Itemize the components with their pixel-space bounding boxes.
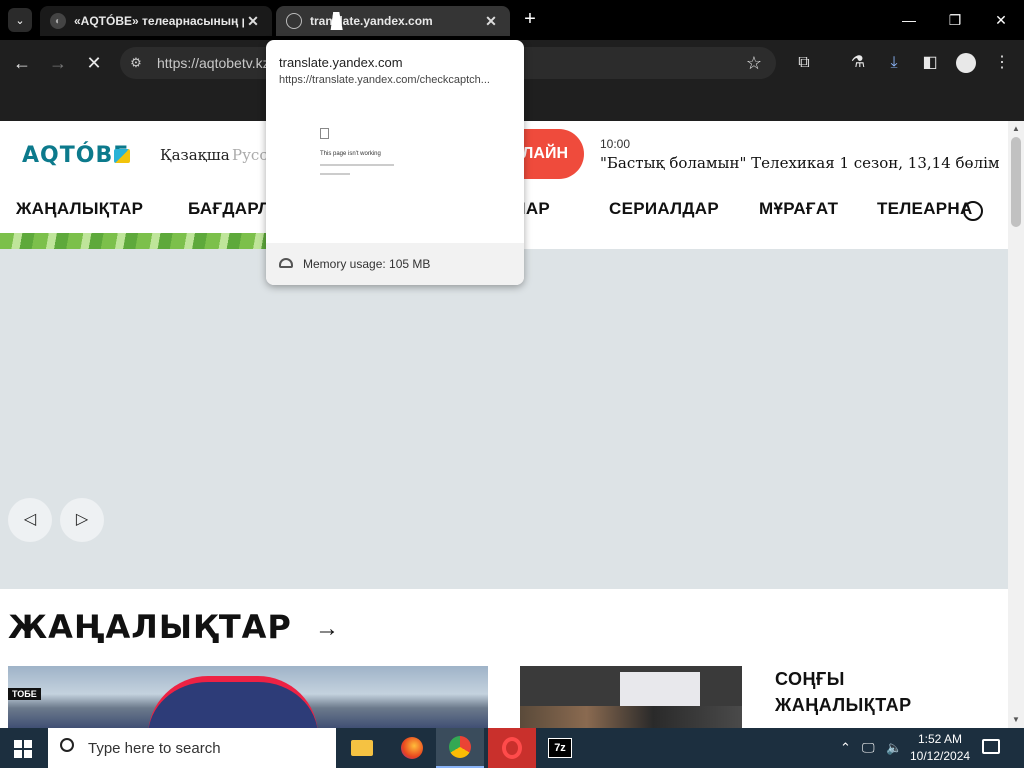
chevron-down-icon: ⌄ [15, 14, 25, 27]
search-icon [60, 738, 74, 752]
slider-next-button[interactable]: ▷ [60, 498, 104, 542]
windows-taskbar: Type here to search 7z ⌃ 🖵 🔈 1:52 AM 10/… [0, 728, 1024, 768]
taskbar-clock[interactable]: 1:52 AM 10/12/2024 [910, 731, 970, 765]
tab-hover-card: translate.yandex.com https://translate.y… [266, 40, 524, 285]
tab-search-button[interactable]: ⌄ [8, 8, 32, 32]
people-shape [520, 706, 742, 728]
tab-strip: ⌄ ◐ «AQTÓBE» телеарнасының ресми сайты ✕… [0, 0, 1024, 40]
tab-close-icon[interactable]: ✕ [482, 13, 500, 30]
close-window-button[interactable]: ✕ [986, 8, 1016, 32]
volume-muted-icon[interactable]: 🔈 [886, 740, 902, 756]
file-explorer-icon[interactable] [338, 728, 386, 768]
firefox-icon[interactable] [388, 728, 436, 768]
extensions-icon[interactable]: ⧉ [792, 51, 816, 75]
page-scrollbar[interactable]: ▲ ▼ [1008, 121, 1024, 728]
new-tab-button[interactable]: + [520, 9, 540, 29]
news-section-heading[interactable]: ЖАҢАЛЫҚТАР [8, 608, 292, 646]
scroll-down-icon[interactable]: ▼ [1008, 712, 1024, 728]
minimize-button[interactable]: — [894, 8, 924, 32]
stop-loading-button[interactable]: ✕ [82, 51, 106, 75]
hover-card-preview: This page isn't working [266, 95, 524, 243]
scroll-thumb[interactable] [1011, 137, 1021, 227]
preview-error-text: This page isn't working [320, 151, 381, 157]
notification-icon[interactable] [982, 739, 1000, 754]
url-text: https://aqtobetv.kz [157, 55, 270, 71]
mouse-cursor-icon [330, 12, 346, 30]
memory-usage-text: Memory usage: 105 MB [303, 257, 431, 271]
tab-favicon-icon: ◐ [50, 13, 66, 29]
hover-card-title: translate.yandex.com [279, 55, 403, 70]
latest-news-heading: СОҢҒЫ ЖАҢАЛЫҚТАР [775, 666, 912, 718]
preview-line [320, 164, 394, 166]
chrome-icon[interactable] [436, 728, 484, 768]
bookmark-star-icon[interactable]: ☆ [746, 53, 762, 74]
document-icon [320, 128, 329, 139]
latest-news-line-2: ЖАҢАЛЫҚТАР [775, 695, 912, 715]
news-image-train[interactable]: ТОБЕ [8, 666, 488, 728]
clock-time: 1:52 AM [917, 732, 963, 746]
now-playing-time: 10:00 [600, 137, 631, 151]
globe-icon [286, 13, 302, 29]
preview-line [320, 173, 350, 175]
gauge-icon [279, 258, 293, 268]
logo-mark [114, 149, 130, 163]
now-playing-title[interactable]: "Бастық боламын" Телехикая 1 сезон, 13,1… [600, 154, 1000, 172]
tab-aqtobe[interactable]: ◐ «AQTÓBE» телеарнасының ресми сайты ✕ [40, 6, 272, 36]
tab-yandex[interactable]: translate.yandex.com ✕ [276, 6, 510, 36]
profile-avatar-icon[interactable] [954, 51, 978, 75]
nav-item-channel[interactable]: ТЕЛЕАРНА [877, 199, 973, 219]
restore-button[interactable]: ❐ [940, 8, 970, 32]
back-button[interactable]: ← [10, 51, 34, 75]
7zip-icon[interactable]: 7z [536, 728, 584, 768]
windows-start-icon[interactable] [14, 740, 32, 758]
search-icon[interactable] [963, 201, 983, 221]
train-shape [148, 676, 318, 728]
clock-date: 10/12/2024 [910, 749, 971, 763]
opera-icon[interactable] [488, 728, 536, 768]
latest-news-line-1: СОҢҒЫ [775, 669, 845, 689]
channel-watermark: ТОБЕ [8, 688, 41, 700]
menu-kebab-icon[interactable]: ⋮ [990, 51, 1014, 75]
forward-button[interactable]: → [46, 51, 70, 75]
taskbar-search-box[interactable]: Type here to search [48, 728, 336, 768]
site-settings-icon[interactable]: ⚙ [128, 55, 144, 71]
tab-title: «AQTÓBE» телеарнасының ресми сайты [74, 14, 244, 28]
scroll-up-icon[interactable]: ▲ [1008, 121, 1024, 137]
side-panel-icon[interactable]: ◧ [918, 51, 942, 75]
lang-kazakh-link[interactable]: Қазақша [160, 146, 230, 164]
download-icon[interactable]: ⤓ [882, 51, 906, 75]
screen: ⌄ ◐ «AQTÓBE» телеарнасының ресми сайты ✕… [0, 0, 1024, 768]
taskbar-search-placeholder: Type here to search [88, 740, 221, 757]
labs-flask-icon[interactable]: ⚗ [846, 51, 870, 75]
news-image-event[interactable] [520, 666, 742, 728]
nav-item-series[interactable]: СЕРИАЛДАР [609, 199, 719, 219]
chevron-up-icon[interactable]: ⌃ [840, 740, 851, 756]
hover-card-url: https://translate.yandex.com/checkcaptch… [279, 74, 490, 86]
hero-slider [0, 249, 1008, 589]
network-icon[interactable]: 🖵 [862, 740, 875, 756]
slider-prev-button[interactable]: ◁ [8, 498, 52, 542]
hover-card-memory: Memory usage: 105 MB [266, 243, 524, 285]
nav-item-archive[interactable]: МҰРАҒАТ [759, 199, 838, 219]
arrow-right-icon[interactable]: → [315, 615, 339, 643]
banner-strip [0, 233, 270, 249]
tab-close-icon[interactable]: ✕ [244, 13, 262, 30]
nav-item-news[interactable]: ЖАҢАЛЫҚТАР [16, 199, 143, 219]
